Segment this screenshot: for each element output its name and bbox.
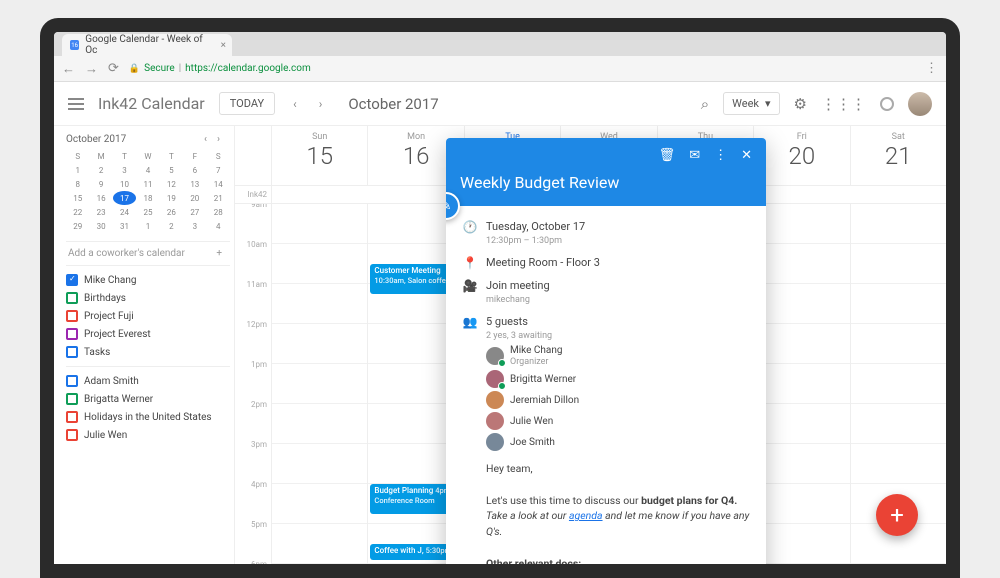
- calendar-label: Adam Smith: [84, 376, 139, 387]
- checkbox-icon[interactable]: [66, 411, 78, 423]
- checkbox-icon[interactable]: [66, 375, 78, 387]
- address-bar[interactable]: 🔒 Secure | https://calendar.google.com: [129, 63, 915, 74]
- popup-title: Weekly Budget Review: [460, 173, 752, 192]
- allday-label: Ink42: [235, 186, 271, 203]
- url-host: https://calendar.google.com: [185, 63, 311, 74]
- notifications-icon[interactable]: [880, 97, 894, 111]
- mini-next-icon[interactable]: ›: [217, 134, 220, 145]
- calendar-item[interactable]: Project Everest: [66, 328, 230, 340]
- checkbox-icon[interactable]: [66, 274, 78, 286]
- tab-favicon: 16: [70, 40, 79, 50]
- checkbox-icon[interactable]: [66, 346, 78, 358]
- event-popup: 🗑 ✉ ⋮ ✕ Weekly Budget Review ✎ 🕐Tuesday,…: [446, 138, 766, 564]
- day-header[interactable]: Sat21: [850, 126, 946, 185]
- day-column[interactable]: [753, 204, 849, 564]
- calendar-item[interactable]: Birthdays: [66, 292, 230, 304]
- back-icon[interactable]: ←: [62, 61, 75, 77]
- reload-icon[interactable]: ⟳: [108, 61, 119, 76]
- prev-icon[interactable]: ‹: [289, 97, 301, 111]
- brand: Ink42 Calendar: [98, 94, 205, 113]
- app-topbar: Ink42 Calendar TODAY ‹ › October 2017 ⌕ …: [54, 82, 946, 126]
- today-button[interactable]: TODAY: [219, 92, 275, 115]
- gear-icon[interactable]: ⚙: [794, 95, 807, 113]
- agenda-link[interactable]: agenda: [569, 509, 603, 522]
- browser-tab[interactable]: 16 Google Calendar - Week of Oc ×: [62, 34, 232, 56]
- mail-icon[interactable]: ✉: [689, 148, 700, 163]
- people-icon: 👥: [462, 315, 478, 329]
- day-header[interactable]: Sun15: [271, 126, 367, 185]
- forward-icon[interactable]: →: [85, 61, 98, 77]
- month-title: October 2017: [348, 95, 438, 113]
- search-icon[interactable]: ⌕: [701, 95, 709, 113]
- calendar-item[interactable]: Mike Chang: [66, 274, 230, 286]
- browser-tabs: 16 Google Calendar - Week of Oc ×: [54, 32, 946, 56]
- calendar-item[interactable]: Holidays in the United States: [66, 411, 230, 423]
- avatar[interactable]: [908, 92, 932, 116]
- calendar-item[interactable]: Tasks: [66, 346, 230, 358]
- calendar-label: Tasks: [84, 347, 110, 358]
- calendar-label: Brigatta Werner: [84, 394, 153, 405]
- calendar-item[interactable]: Project Fuji: [66, 310, 230, 322]
- browser-toolbar: ← → ⟳ 🔒 Secure | https://calendar.google…: [54, 56, 946, 82]
- calendar-label: Project Fuji: [84, 311, 134, 322]
- checkbox-icon[interactable]: [66, 393, 78, 405]
- mini-prev-icon[interactable]: ‹: [204, 134, 207, 145]
- calendar-label: Project Everest: [84, 329, 151, 340]
- calendar-label: Holidays in the United States: [84, 412, 212, 423]
- close-tab-icon[interactable]: ×: [221, 40, 226, 51]
- apps-icon[interactable]: ⋮⋮⋮: [821, 95, 866, 113]
- mini-calendar[interactable]: SMTWTFS123456789101112131415161718192021…: [66, 149, 230, 233]
- more-icon[interactable]: ⋮: [714, 148, 727, 163]
- checkbox-icon[interactable]: [66, 429, 78, 441]
- day-column[interactable]: [271, 204, 367, 564]
- guest-item: Mike ChangOrganizer: [486, 345, 752, 367]
- secure-label: Secure: [144, 63, 175, 74]
- chevron-down-icon: ▾: [765, 97, 771, 110]
- add-calendar[interactable]: Add a coworker's calendar+: [66, 241, 230, 266]
- clock-icon: 🕐: [462, 220, 478, 234]
- guest-item: Joe Smith: [486, 433, 752, 451]
- browser-menu-icon[interactable]: ⋮: [925, 61, 938, 76]
- sidebar: October 2017 ‹ › SMTWTFS12345678910111213…: [54, 126, 234, 564]
- plus-icon: +: [216, 248, 222, 259]
- checkbox-icon[interactable]: [66, 310, 78, 322]
- menu-icon[interactable]: [68, 98, 84, 110]
- next-icon[interactable]: ›: [315, 97, 327, 111]
- guest-item: Brigitta Werner: [486, 370, 752, 388]
- lock-icon: 🔒: [129, 64, 140, 74]
- calendar-item[interactable]: Adam Smith: [66, 375, 230, 387]
- mini-cal-title: October 2017: [66, 134, 126, 145]
- calendar-label: Mike Chang: [84, 275, 137, 286]
- location-icon: 📍: [462, 256, 478, 270]
- view-selector[interactable]: Week▾: [723, 92, 779, 115]
- delete-icon[interactable]: 🗑: [659, 148, 676, 163]
- day-header[interactable]: Fri20: [753, 126, 849, 185]
- video-icon: 🎥: [462, 279, 478, 293]
- create-fab[interactable]: +: [876, 494, 918, 536]
- guest-item: Jeremiah Dillon: [486, 391, 752, 409]
- calendar-label: Birthdays: [84, 293, 126, 304]
- calendar-item[interactable]: Julie Wen: [66, 429, 230, 441]
- close-icon[interactable]: ✕: [741, 148, 752, 163]
- calendar-label: Julie Wen: [84, 430, 127, 441]
- guest-item: Julie Wen: [486, 412, 752, 430]
- checkbox-icon[interactable]: [66, 292, 78, 304]
- tab-title: Google Calendar - Week of Oc: [85, 34, 208, 56]
- checkbox-icon[interactable]: [66, 328, 78, 340]
- calendar-item[interactable]: Brigatta Werner: [66, 393, 230, 405]
